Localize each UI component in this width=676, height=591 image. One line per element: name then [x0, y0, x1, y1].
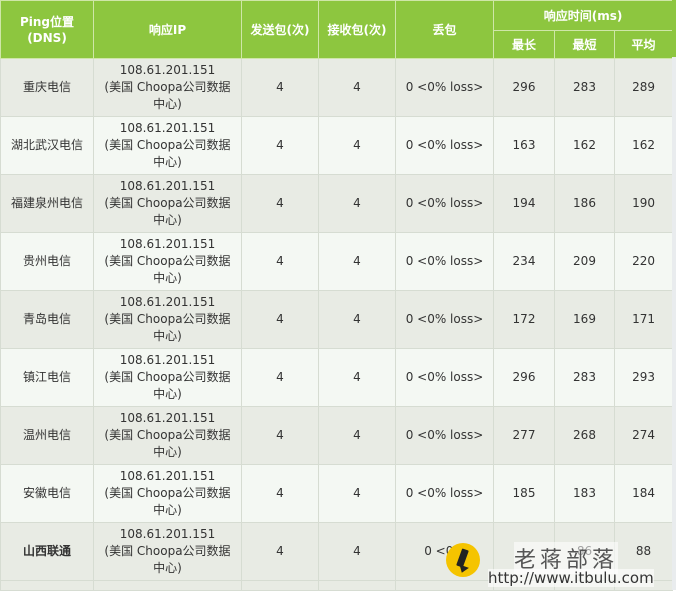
header-loss: 丢包 [395, 0, 494, 59]
cell-avg: 220 [613, 232, 674, 291]
cell-received: 4 [318, 232, 396, 291]
cell-sent: 4 [241, 522, 319, 581]
cell-location: 镇江电信 [0, 348, 94, 407]
cell-received: 4 [318, 522, 396, 581]
cell-avg: 293 [613, 348, 674, 407]
table-row-partial [0, 580, 674, 591]
cell-ip: 108.61.201.151 (美国 Choopa公司数据中心) [93, 406, 242, 465]
cell-max: 234 [493, 232, 555, 291]
cell-location: 贵州电信 [0, 232, 94, 291]
cell-received: 4 [318, 174, 396, 233]
cell-sent: 4 [241, 116, 319, 175]
cell-received: 4 [318, 290, 396, 349]
cell-ip: 108.61.201.151 (美国 Choopa公司数据中心) [93, 116, 242, 175]
cell-received: 4 [318, 464, 396, 523]
cell-location: 安徽电信 [0, 464, 94, 523]
table-row: 镇江电信 108.61.201.151 (美国 Choopa公司数据中心) 4 4 0 … [0, 348, 674, 407]
cell-loss: 0 <0% loss> [395, 464, 494, 523]
cell-ip: 108.61.201.151 (美国 Choopa公司数据中心) [93, 174, 242, 233]
cell-location: 福建泉州电信 [0, 174, 94, 233]
header-avg: 平均 [613, 30, 674, 59]
cell-avg: 88 [613, 522, 674, 581]
cell-min: 86 [554, 522, 615, 581]
cell-min: 283 [554, 58, 615, 117]
cell-avg: 184 [613, 464, 674, 523]
header-response-time: 响应时间(ms) [492, 0, 674, 31]
cell-max: 185 [493, 464, 555, 523]
cell-sent: 4 [241, 348, 319, 407]
cell-avg: 171 [613, 290, 674, 349]
cell-ip: 108.61.201.151 (美国 Choopa公司数据中心) [93, 522, 242, 581]
cell-avg: 190 [613, 174, 674, 233]
header-min: 最短 [554, 30, 615, 59]
cell-received: 4 [318, 58, 396, 117]
cell-ip: 108.61.201.151 (美国 Choopa公司数据中心) [93, 232, 242, 291]
table-row: 贵州电信 108.61.201.151 (美国 Choopa公司数据中心) 4 4 0 … [0, 232, 674, 291]
cell-max: 163 [493, 116, 555, 175]
cell-sent: 4 [241, 290, 319, 349]
cell-max [493, 522, 555, 581]
cell-avg: 274 [613, 406, 674, 465]
cell-min: 183 [554, 464, 615, 523]
table-row: 青岛电信 108.61.201.151 (美国 Choopa公司数据中心) 4 4 0 … [0, 290, 674, 349]
table-body: 重庆电信 108.61.201.151 (美国 Choopa公司数据中心) 4 4 0 … [0, 58, 674, 591]
cell-sent: 4 [241, 232, 319, 291]
cell-loss: 0 <0% loss> [395, 232, 494, 291]
cell-avg: 162 [613, 116, 674, 175]
cell-max: 296 [493, 58, 555, 117]
table-row: 福建泉州电信 108.61.201.151 (美国 Choopa公司数据中心) 4 4… [0, 174, 674, 233]
cell-max: 194 [493, 174, 555, 233]
cell-max: 277 [493, 406, 555, 465]
cell-max: 172 [493, 290, 555, 349]
cell-sent: 4 [241, 58, 319, 117]
header-max: 最长 [493, 30, 555, 59]
cell-loss: 0 <0% loss> [395, 116, 494, 175]
cell-received: 4 [318, 116, 396, 175]
cell-ip: 108.61.201.151 (美国 Choopa公司数据中心) [93, 464, 242, 523]
cell-loss: 0 <0% loss> [395, 58, 494, 117]
cell-ip: 108.61.201.151 (美国 Choopa公司数据中心) [93, 58, 242, 117]
table-row: 安徽电信 108.61.201.151 (美国 Choopa公司数据中心) 4 4 0 … [0, 464, 674, 523]
cell-max: 296 [493, 348, 555, 407]
header-ip: 响应IP [93, 0, 242, 59]
cell-min: 186 [554, 174, 615, 233]
cell-ip: 108.61.201.151 (美国 Choopa公司数据中心) [93, 348, 242, 407]
cell-received: 4 [318, 406, 396, 465]
cell-loss: 0 <0% loss> [395, 348, 494, 407]
cell-location: 山西联通 [0, 522, 94, 581]
header-location: Ping位置 (DNS) [0, 0, 94, 59]
cell-sent: 4 [241, 464, 319, 523]
cell-location: 湖北武汉电信 [0, 116, 94, 175]
cell-avg: 289 [613, 58, 674, 117]
cell-min: 209 [554, 232, 615, 291]
table-row: 重庆电信 108.61.201.151 (美国 Choopa公司数据中心) 4 4 0 … [0, 58, 674, 117]
cell-loss: 0 <0% [395, 522, 494, 581]
cell-location: 重庆电信 [0, 58, 94, 117]
cell-min: 268 [554, 406, 615, 465]
right-edge-strip [672, 0, 676, 590]
header-sent: 发送包(次) [241, 0, 319, 59]
cell-location: 温州电信 [0, 406, 94, 465]
cell-loss: 0 <0% loss> [395, 406, 494, 465]
ping-results-table: Ping位置 (DNS) 响应IP 发送包(次) 接收包(次) 丢包 响应时间(… [0, 0, 674, 591]
table-row: 温州电信 108.61.201.151 (美国 Choopa公司数据中心) 4 4 0 … [0, 406, 674, 465]
cell-location: 青岛电信 [0, 290, 94, 349]
cell-ip: 108.61.201.151 (美国 Choopa公司数据中心) [93, 290, 242, 349]
cell-loss: 0 <0% loss> [395, 174, 494, 233]
cell-min: 162 [554, 116, 615, 175]
right-edge-header [672, 0, 676, 57]
cell-min: 283 [554, 348, 615, 407]
cell-sent: 4 [241, 406, 319, 465]
table-row: 山西联通 108.61.201.151 (美国 Choopa公司数据中心) 4 4 0 … [0, 522, 674, 581]
cell-min: 169 [554, 290, 615, 349]
table-row: 湖北武汉电信 108.61.201.151 (美国 Choopa公司数据中心) 4 4… [0, 116, 674, 175]
cell-received: 4 [318, 348, 396, 407]
cell-loss: 0 <0% loss> [395, 290, 494, 349]
cell-sent: 4 [241, 174, 319, 233]
header-received: 接收包(次) [318, 0, 396, 59]
